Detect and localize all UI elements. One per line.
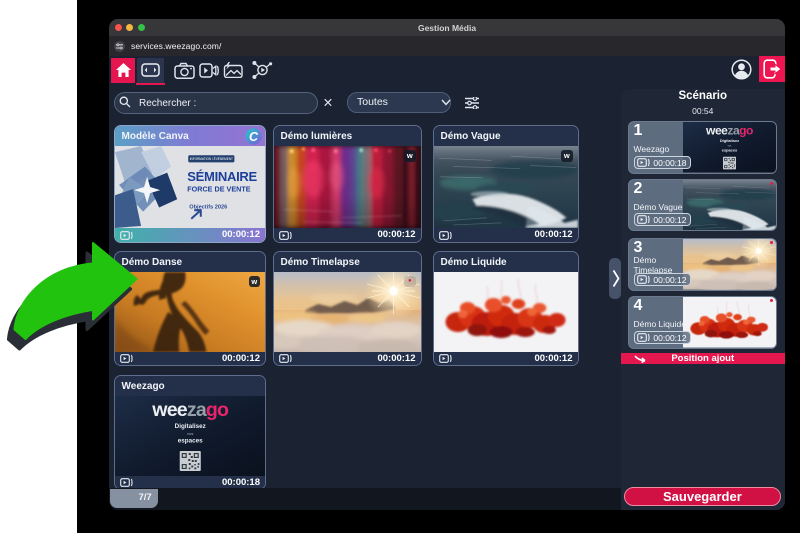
- svg-text:C: C: [248, 130, 258, 144]
